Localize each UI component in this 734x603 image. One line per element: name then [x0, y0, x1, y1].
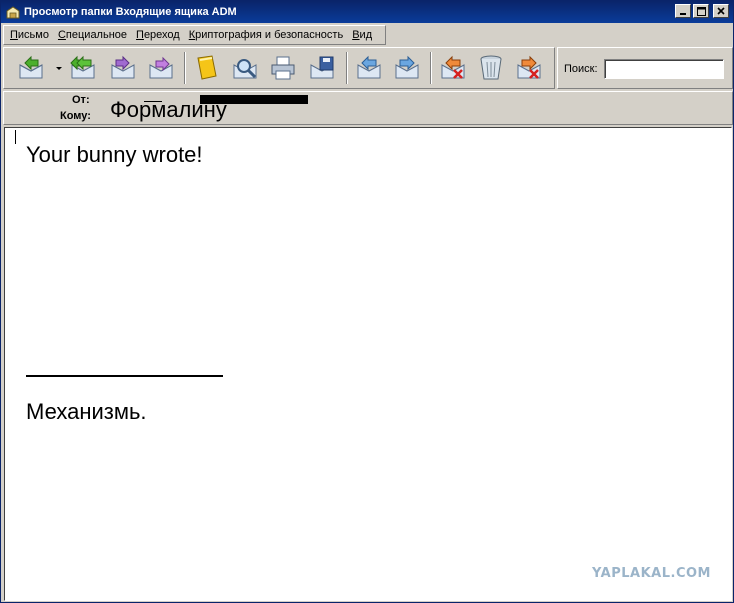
reply-icon: [19, 55, 43, 79]
message-body[interactable]: Your bunny wrote! Механизмь. YAPLAKAL.CO…: [4, 127, 732, 601]
find-button[interactable]: [230, 54, 260, 82]
trash-button[interactable]: [476, 54, 506, 82]
toolbar: [3, 47, 555, 89]
previous-message-icon: [357, 55, 381, 79]
toolbar-separator: [184, 52, 186, 84]
mail-viewer-window: Просмотр папки Входящие ящика ADM Письмо…: [0, 0, 734, 603]
trash-icon: [480, 55, 502, 80]
menu-special-accel: С: [57, 29, 66, 41]
menu-go-accel: П: [136, 29, 144, 41]
site-watermark: YAPLAKAL.COM: [592, 566, 711, 581]
delete-previous-icon: [441, 55, 465, 79]
close-button[interactable]: [713, 4, 729, 18]
message-line-greeting: Your bunny wrote!: [26, 142, 203, 167]
title-bar[interactable]: Просмотр папки Входящие ящика ADM: [1, 1, 733, 23]
menu-letter-rest: исьмо: [17, 29, 49, 41]
menu-view-rest: ид: [359, 29, 373, 41]
menu-view-accel: В: [352, 29, 360, 41]
to-label: Кому:: [60, 110, 91, 122]
maximize-button[interactable]: [693, 4, 709, 18]
save-icon: [310, 56, 334, 79]
minimize-button[interactable]: [675, 4, 691, 18]
next-message-button[interactable]: [392, 54, 422, 82]
reply-all-button[interactable]: [68, 54, 98, 82]
menu-letter[interactable]: Письмо: [10, 29, 49, 41]
toolbar-separator: [346, 52, 348, 84]
message-line-signature: Механизмь.: [26, 399, 147, 424]
forward-button[interactable]: [108, 54, 138, 82]
reply-button[interactable]: [16, 54, 46, 82]
signature-separator: [26, 375, 223, 377]
text-caret: [15, 130, 16, 144]
message-headers: От: Кому: Формалину: [3, 91, 733, 125]
delete-previous-button[interactable]: [438, 54, 468, 82]
menu-special-rest: пециальное: [65, 29, 128, 41]
search-input[interactable]: [604, 59, 724, 79]
find-icon: [233, 59, 257, 79]
search-label: Поиск:: [564, 63, 598, 75]
address-book-button[interactable]: [191, 54, 221, 82]
menu-letter-accel: П: [10, 29, 18, 41]
menu-crypto[interactable]: Криптография и безопасность: [189, 29, 343, 41]
next-message-icon: [395, 55, 419, 79]
redirect-icon: [149, 56, 173, 79]
window-title: Просмотр папки Входящие ящика ADM: [24, 6, 237, 18]
menu-crypto-rest: риптография и безопасность: [195, 29, 344, 41]
reply-all-icon: [70, 55, 95, 79]
reply-dropdown-arrow[interactable]: [56, 67, 62, 70]
address-book-icon: [197, 55, 217, 80]
previous-message-button[interactable]: [354, 54, 384, 82]
delete-next-icon: [517, 55, 541, 79]
save-button[interactable]: [307, 54, 337, 82]
menu-special[interactable]: Специальное: [58, 29, 127, 41]
recipient-value: Формалину: [110, 97, 227, 122]
menu-go-rest: ереход: [143, 29, 180, 41]
search-bar: Поиск:: [557, 47, 733, 89]
menu-view[interactable]: Вид: [352, 29, 372, 41]
redirect-button[interactable]: [146, 54, 176, 82]
menu-bar: Письмо Специальное Переход Криптография …: [3, 25, 386, 45]
menu-go[interactable]: Переход: [136, 29, 180, 41]
delete-next-button[interactable]: [514, 54, 544, 82]
folder-icon: [5, 5, 20, 20]
forward-icon: [111, 55, 135, 79]
from-label: От:: [72, 94, 90, 106]
print-icon: [271, 56, 295, 80]
print-button[interactable]: [268, 54, 298, 82]
toolbar-separator: [430, 52, 432, 84]
